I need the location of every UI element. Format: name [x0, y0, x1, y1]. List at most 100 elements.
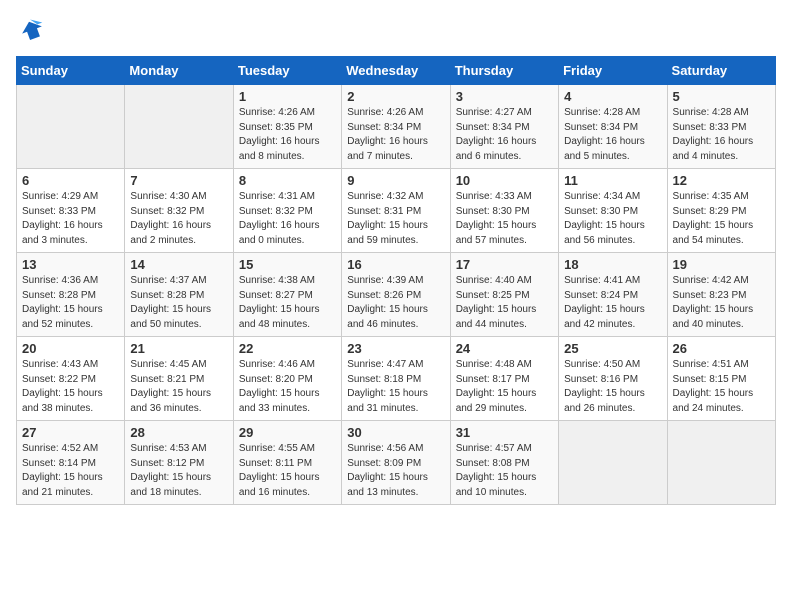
day-info: Sunrise: 4:26 AM Sunset: 8:35 PM Dayligh…: [239, 106, 336, 164]
day-number: 13: [22, 257, 119, 272]
day-number: 4: [564, 89, 661, 104]
day-info: Sunrise: 4:45 AM Sunset: 8:21 PM Dayligh…: [130, 358, 227, 416]
day-number: 23: [347, 341, 444, 356]
day-number: 8: [239, 173, 336, 188]
day-info: Sunrise: 4:52 AM Sunset: 8:14 PM Dayligh…: [22, 442, 119, 500]
calendar-cell: [559, 421, 667, 505]
day-number: 7: [130, 173, 227, 188]
day-number: 31: [456, 425, 553, 440]
weekday-header-sunday: Sunday: [17, 57, 125, 85]
day-number: 11: [564, 173, 661, 188]
calendar-cell: 12 Sunrise: 4:35 AM Sunset: 8:29 PM Dayli…: [667, 169, 775, 253]
day-info: Sunrise: 4:32 AM Sunset: 8:31 PM Dayligh…: [347, 190, 444, 248]
day-info: Sunrise: 4:37 AM Sunset: 8:28 PM Dayligh…: [130, 274, 227, 332]
day-number: 21: [130, 341, 227, 356]
day-info: Sunrise: 4:39 AM Sunset: 8:26 PM Dayligh…: [347, 274, 444, 332]
day-info: Sunrise: 4:53 AM Sunset: 8:12 PM Dayligh…: [130, 442, 227, 500]
day-number: 12: [673, 173, 770, 188]
calendar-cell: 14 Sunrise: 4:37 AM Sunset: 8:28 PM Dayli…: [125, 253, 233, 337]
day-info: Sunrise: 4:35 AM Sunset: 8:29 PM Dayligh…: [673, 190, 770, 248]
logo: [16, 16, 42, 44]
calendar-cell: 20Sunrise: 4:43 AM Sunset: 8:22 PM Dayli…: [17, 337, 125, 421]
calendar-header-row: SundayMondayTuesdayWednesdayThursdayFrid…: [17, 57, 776, 85]
calendar-cell: 2 Sunrise: 4:26 AM Sunset: 8:34 PM Daylig…: [342, 85, 450, 169]
calendar-cell: 25 Sunrise: 4:50 AM Sunset: 8:16 PM Dayli…: [559, 337, 667, 421]
day-number: 5: [673, 89, 770, 104]
calendar-cell: 1Sunrise: 4:26 AM Sunset: 8:35 PM Daylig…: [233, 85, 341, 169]
day-info: Sunrise: 4:57 AM Sunset: 8:08 PM Dayligh…: [456, 442, 553, 500]
weekday-header-monday: Monday: [125, 57, 233, 85]
calendar-cell: 19 Sunrise: 4:42 AM Sunset: 8:23 PM Dayli…: [667, 253, 775, 337]
calendar-cell: 21 Sunrise: 4:45 AM Sunset: 8:21 PM Dayli…: [125, 337, 233, 421]
calendar-cell: 22Sunrise: 4:46 AM Sunset: 8:20 PM Dayli…: [233, 337, 341, 421]
day-info: Sunrise: 4:27 AM Sunset: 8:34 PM Dayligh…: [456, 106, 553, 164]
day-info: Sunrise: 4:26 AM Sunset: 8:34 PM Dayligh…: [347, 106, 444, 164]
day-number: 6: [22, 173, 119, 188]
calendar-cell: 4 Sunrise: 4:28 AM Sunset: 8:34 PM Daylig…: [559, 85, 667, 169]
day-number: 25: [564, 341, 661, 356]
day-info: Sunrise: 4:56 AM Sunset: 8:09 PM Dayligh…: [347, 442, 444, 500]
day-number: 17: [456, 257, 553, 272]
weekday-header-thursday: Thursday: [450, 57, 558, 85]
calendar-table: SundayMondayTuesdayWednesdayThursdayFrid…: [16, 56, 776, 505]
day-info: Sunrise: 4:42 AM Sunset: 8:23 PM Dayligh…: [673, 274, 770, 332]
day-info: Sunrise: 4:50 AM Sunset: 8:16 PM Dayligh…: [564, 358, 661, 416]
calendar-cell: 15 Sunrise: 4:38 AM Sunset: 8:27 PM Dayli…: [233, 253, 341, 337]
calendar-cell: [125, 85, 233, 169]
day-info: Sunrise: 4:38 AM Sunset: 8:27 PM Dayligh…: [239, 274, 336, 332]
day-number: 26: [673, 341, 770, 356]
day-info: Sunrise: 4:28 AM Sunset: 8:34 PM Dayligh…: [564, 106, 661, 164]
day-number: 19: [673, 257, 770, 272]
calendar-week-row: 27Sunrise: 4:52 AM Sunset: 8:14 PM Dayli…: [17, 421, 776, 505]
day-number: 16: [347, 257, 444, 272]
logo-bird-icon: [18, 16, 46, 44]
calendar-cell: 3Sunrise: 4:27 AM Sunset: 8:34 PM Daylig…: [450, 85, 558, 169]
page-header: [16, 16, 776, 44]
day-number: 14: [130, 257, 227, 272]
calendar-cell: 27Sunrise: 4:52 AM Sunset: 8:14 PM Dayli…: [17, 421, 125, 505]
day-info: Sunrise: 4:30 AM Sunset: 8:32 PM Dayligh…: [130, 190, 227, 248]
weekday-header-tuesday: Tuesday: [233, 57, 341, 85]
day-info: Sunrise: 4:29 AM Sunset: 8:33 PM Dayligh…: [22, 190, 119, 248]
calendar-cell: 31 Sunrise: 4:57 AM Sunset: 8:08 PM Dayli…: [450, 421, 558, 505]
day-number: 2: [347, 89, 444, 104]
day-info: Sunrise: 4:51 AM Sunset: 8:15 PM Dayligh…: [673, 358, 770, 416]
calendar-cell: 16 Sunrise: 4:39 AM Sunset: 8:26 PM Dayli…: [342, 253, 450, 337]
day-info: Sunrise: 4:28 AM Sunset: 8:33 PM Dayligh…: [673, 106, 770, 164]
calendar-cell: 6 Sunrise: 4:29 AM Sunset: 8:33 PM Daylig…: [17, 169, 125, 253]
calendar-cell: 13 Sunrise: 4:36 AM Sunset: 8:28 PM Dayli…: [17, 253, 125, 337]
calendar-cell: 30Sunrise: 4:56 AM Sunset: 8:09 PM Dayli…: [342, 421, 450, 505]
day-info: Sunrise: 4:47 AM Sunset: 8:18 PM Dayligh…: [347, 358, 444, 416]
weekday-header-saturday: Saturday: [667, 57, 775, 85]
weekday-header-friday: Friday: [559, 57, 667, 85]
calendar-cell: 5 Sunrise: 4:28 AM Sunset: 8:33 PM Daylig…: [667, 85, 775, 169]
day-number: 29: [239, 425, 336, 440]
day-info: Sunrise: 4:46 AM Sunset: 8:20 PM Dayligh…: [239, 358, 336, 416]
day-info: Sunrise: 4:43 AM Sunset: 8:22 PM Dayligh…: [22, 358, 119, 416]
day-number: 15: [239, 257, 336, 272]
day-info: Sunrise: 4:31 AM Sunset: 8:32 PM Dayligh…: [239, 190, 336, 248]
day-info: Sunrise: 4:36 AM Sunset: 8:28 PM Dayligh…: [22, 274, 119, 332]
calendar-cell: 29 Sunrise: 4:55 AM Sunset: 8:11 PM Dayli…: [233, 421, 341, 505]
calendar-cell: 18 Sunrise: 4:41 AM Sunset: 8:24 PM Dayli…: [559, 253, 667, 337]
day-number: 18: [564, 257, 661, 272]
calendar-cell: 24Sunrise: 4:48 AM Sunset: 8:17 PM Dayli…: [450, 337, 558, 421]
calendar-cell: 7 Sunrise: 4:30 AM Sunset: 8:32 PM Daylig…: [125, 169, 233, 253]
calendar-week-row: 6 Sunrise: 4:29 AM Sunset: 8:33 PM Daylig…: [17, 169, 776, 253]
calendar-cell: 9Sunrise: 4:32 AM Sunset: 8:31 PM Daylig…: [342, 169, 450, 253]
day-info: Sunrise: 4:55 AM Sunset: 8:11 PM Dayligh…: [239, 442, 336, 500]
calendar-cell: 11 Sunrise: 4:34 AM Sunset: 8:30 PM Dayli…: [559, 169, 667, 253]
weekday-header-wednesday: Wednesday: [342, 57, 450, 85]
day-info: Sunrise: 4:41 AM Sunset: 8:24 PM Dayligh…: [564, 274, 661, 332]
calendar-cell: 28Sunrise: 4:53 AM Sunset: 8:12 PM Dayli…: [125, 421, 233, 505]
calendar-week-row: 20Sunrise: 4:43 AM Sunset: 8:22 PM Dayli…: [17, 337, 776, 421]
day-info: Sunrise: 4:48 AM Sunset: 8:17 PM Dayligh…: [456, 358, 553, 416]
calendar-cell: 26 Sunrise: 4:51 AM Sunset: 8:15 PM Dayli…: [667, 337, 775, 421]
calendar-week-row: 1Sunrise: 4:26 AM Sunset: 8:35 PM Daylig…: [17, 85, 776, 169]
calendar-cell: [17, 85, 125, 169]
day-info: Sunrise: 4:33 AM Sunset: 8:30 PM Dayligh…: [456, 190, 553, 248]
day-info: Sunrise: 4:34 AM Sunset: 8:30 PM Dayligh…: [564, 190, 661, 248]
calendar-week-row: 13 Sunrise: 4:36 AM Sunset: 8:28 PM Dayli…: [17, 253, 776, 337]
calendar-cell: [667, 421, 775, 505]
day-info: Sunrise: 4:40 AM Sunset: 8:25 PM Dayligh…: [456, 274, 553, 332]
